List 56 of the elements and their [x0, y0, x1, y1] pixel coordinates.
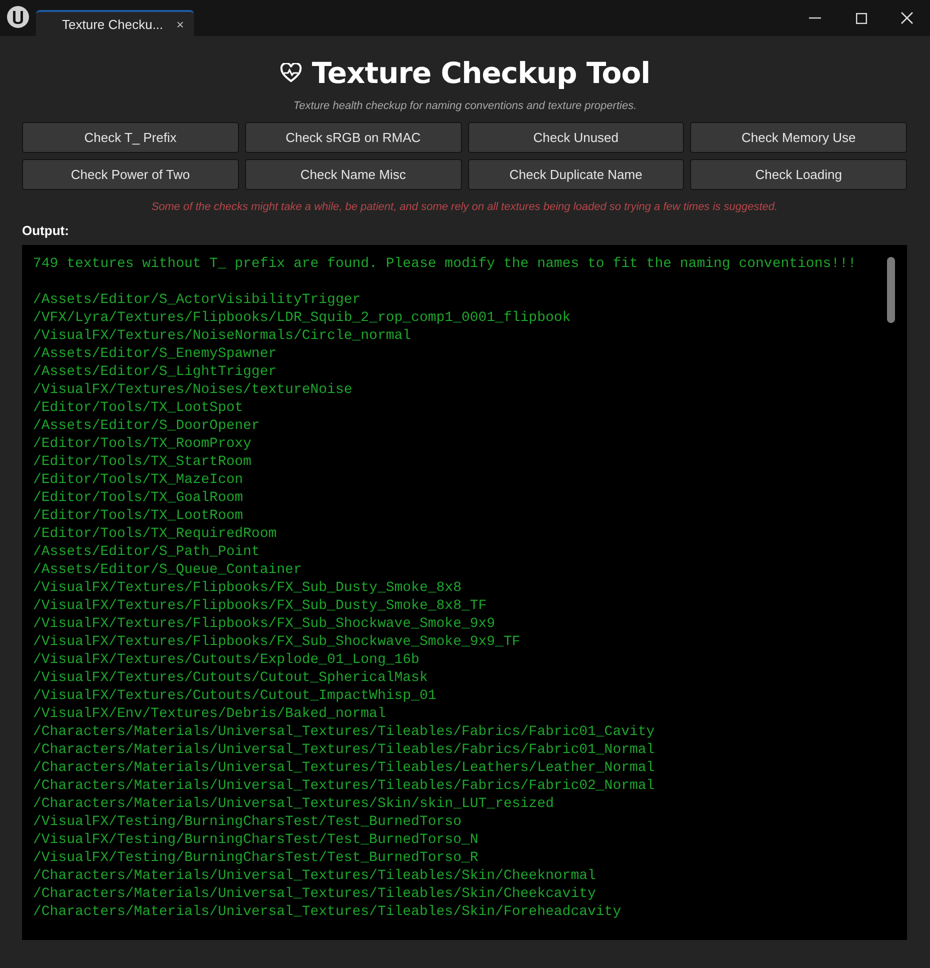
texture-path: /Characters/Materials/Universal_Textures/Tileables/Fabrics/Fabric01_Cavity: [33, 723, 656, 741]
texture-path: /VisualFX/Textures/Noises/textureNoise: [33, 381, 354, 399]
texture-path: /Editor/Tools/TX_LootSpot: [33, 399, 244, 417]
texture-path: /Characters/Materials/Universal_Textures/Tileables/Fabrics/Fabric02_Normal: [33, 777, 656, 795]
maximize-icon[interactable]: [856, 12, 866, 24]
logo-icon: [6, 5, 30, 29]
texture-path: /VisualFX/Textures/Flipbooks/FX_Sub_Shockwave_Smoke_9x9_TF: [33, 633, 522, 651]
scrollbar-thumb[interactable]: [887, 257, 895, 323]
texture-path: /VisualFX/Textures/Cutouts/Cutout_SphericalMask: [33, 669, 429, 687]
texture-path: /Characters/Materials/Universal_Textures/Skin/skin_LUT_resized: [33, 795, 555, 813]
texture-path: /Editor/Tools/TX_RequiredRoom: [33, 525, 278, 543]
texture-path: /Assets/Editor/S_ActorVisibilityTrigger: [33, 291, 362, 309]
texture-path: /Editor/Tools/TX_StartRoom: [33, 453, 252, 471]
minimize-icon[interactable]: [809, 17, 821, 19]
check-button[interactable]: Check Duplicate Name: [468, 159, 684, 190]
texture-path: /Characters/Materials/Universal_Textures/Tileables/Fabrics/Fabric01_Normal: [33, 741, 656, 759]
texture-path: /Characters/Materials/Universal_Textures/Tileables/Skin/Cheeknormal: [33, 867, 597, 885]
texture-path: /VisualFX/Testing/BurningCharsTest/Test_BurnedTorso_N: [33, 831, 480, 849]
texture-path: /VisualFX/Testing/BurningCharsTest/Test_BurnedTorso: [33, 813, 462, 831]
texture-path: /Characters/Materials/Universal_Textures/Tileables/Skin/Cheekcavity: [33, 885, 597, 903]
texture-path: /VisualFX/Textures/Cutouts/Explode_01_Long_16b: [33, 651, 420, 669]
document-tab[interactable]: Texture Checku... ×: [36, 10, 194, 36]
check-button[interactable]: Check sRGB on RMAC: [244, 122, 462, 153]
texture-path: /Characters/Materials/Universal_Textures/Tileables/Skin/Foreheadcavity: [33, 903, 622, 921]
texture-path: /Editor/Tools/TX_GoalRoom: [33, 489, 244, 507]
check-button[interactable]: Check Unused: [468, 122, 684, 153]
texture-path: /Characters/Materials/Universal_Textures/Tileables/Leathers/Leather_Normal: [33, 759, 656, 777]
texture-path: /VFX/Lyra/Textures/Flipbooks/LDR_Squib_2_rop_comp1_0001_flipbook: [33, 309, 572, 327]
notice-text: Some of the checks might take a while, be patient, and some rely on all textures being loaded so trying a few times is suggested.: [150, 201, 779, 213]
texture-path: /VisualFX/Textures/Flipbooks/FX_Sub_Dusty_Smoke_8x8_TF: [33, 597, 488, 615]
tool-subtitle: Texture health checkup for naming conventions and texture properties.: [293, 100, 637, 112]
texture-path: /VisualFX/Textures/Flipbooks/FX_Sub_Shockwave_Smoke_9x9: [33, 615, 496, 633]
texture-path: /Assets/Editor/S_Queue_Container: [33, 561, 303, 579]
heart-pulse-icon: [280, 63, 302, 83]
result-message: 749 textures without T_ prefix are found. Please modify the names to fit the naming conventions!!!: [33, 255, 858, 273]
texture-path: /VisualFX/Textures/NoiseNormals/Circle_normal: [33, 327, 412, 345]
check-button[interactable]: Check Memory Use: [690, 122, 907, 153]
texture-path: /Assets/Editor/S_EnemySpawner: [33, 345, 278, 363]
texture-path: /VisualFX/Testing/BurningCharsTest/Test_BurnedTorso_R: [33, 849, 480, 867]
check-button[interactable]: Check Power of Two: [22, 159, 239, 190]
check-button[interactable]: Check Name Misc: [244, 159, 462, 190]
texture-path: /Assets/Editor/S_DoorOpener: [33, 417, 261, 435]
output-label: Output:: [22, 223, 70, 238]
texture-path: /VisualFX/Textures/Cutouts/Cutout_ImpactWhisp_01: [33, 687, 438, 705]
texture-path: /Assets/Editor/S_Path_Point: [33, 543, 261, 561]
texture-path: /Editor/Tools/TX_LootRoom: [33, 507, 244, 525]
texture-path: /VisualFX/Textures/Flipbooks/FX_Sub_Dusty_Smoke_8x8: [33, 579, 462, 597]
check-button[interactable]: Check Loading: [690, 159, 907, 190]
texture-path: /Editor/Tools/TX_MazeIcon: [33, 471, 244, 489]
texture-path: /Assets/Editor/S_LightTrigger: [33, 363, 278, 381]
check-button[interactable]: Check T_ Prefix: [22, 122, 239, 153]
texture-path: /Editor/Tools/TX_RoomProxy: [33, 435, 252, 453]
texture-path: /VisualFX/Env/Textures/Debris/Baked_normal: [33, 705, 387, 723]
close-icon[interactable]: [901, 12, 913, 24]
tab-close-button[interactable]: ×: [176, 16, 184, 32]
tool-title: Texture Checkup Tool: [312, 56, 650, 90]
